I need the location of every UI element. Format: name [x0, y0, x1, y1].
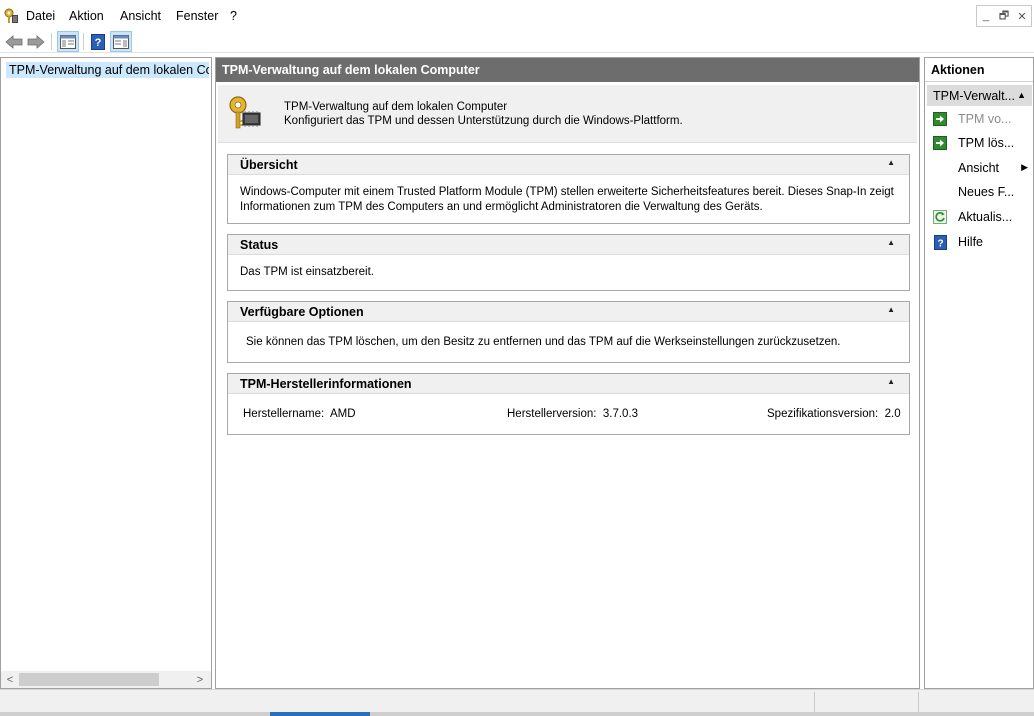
section-manufacturer: TPM-Herstellerinformationen ▲ Hersteller… — [227, 373, 910, 435]
overview-text: Windows-Computer mit einem Trusted Platf… — [240, 185, 894, 215]
green-arrow-icon — [933, 136, 947, 150]
intro-description: Konfiguriert das TPM und dessen Unterstü… — [284, 115, 683, 127]
spec-version-label: Spezifikationsversion: — [767, 408, 879, 420]
help-icon: ? — [91, 33, 105, 50]
manufacturer-name-value: AMD — [329, 408, 356, 420]
collapse-up-icon[interactable]: ▲ — [1017, 90, 1026, 100]
action-label: Aktualis... — [958, 210, 1013, 224]
section-options: Verfügbare Optionen ▲ Sie können das TPM… — [227, 301, 910, 363]
section-overview: Übersicht ▲ Windows-Computer mit einem T… — [227, 154, 910, 224]
manufacturer-version: Herstellerversion: 3.7.0.3 — [507, 407, 638, 422]
collapse-icon[interactable]: ▲ — [887, 238, 895, 247]
overview-line: Informationen zum TPM des Computers an u… — [240, 201, 763, 213]
options-text: Sie können das TPM löschen, um den Besit… — [246, 336, 841, 348]
console-tree: TPM-Verwaltung auf dem lokalen Computer … — [0, 57, 212, 689]
intro-banner: TPM-Verwaltung auf dem lokalen Computer … — [218, 85, 917, 143]
result-pane-title: TPM-Verwaltung auf dem lokalen Computer — [216, 58, 919, 82]
section-title: Übersicht — [240, 158, 298, 172]
section-header[interactable]: Verfügbare Optionen ▲ — [228, 302, 909, 322]
taskbar-strip — [0, 712, 1034, 716]
taskbar-active-item — [270, 712, 370, 716]
menu-aktion[interactable]: Aktion — [69, 9, 104, 23]
status-segment — [814, 692, 815, 714]
minimize-button[interactable]: _ — [977, 6, 995, 26]
submenu-arrow-icon: ▶ — [1021, 162, 1028, 172]
toolbar-separator — [83, 33, 84, 50]
tpm-chip-key-icon — [229, 96, 261, 129]
actions-title: Aktionen — [925, 58, 1033, 82]
action-aktualisieren[interactable]: Aktualis... — [927, 206, 1032, 228]
status-segment — [918, 692, 919, 714]
action-label: TPM lös... — [958, 136, 1015, 150]
help-button[interactable]: ? — [87, 31, 109, 52]
menu-ansicht[interactable]: Ansicht — [120, 9, 161, 23]
action-ansicht[interactable]: Ansicht ▶ — [927, 157, 1032, 179]
close-button[interactable]: ✕ — [1013, 6, 1031, 26]
back-icon — [5, 34, 23, 49]
spec-version: Spezifikationsversion: 2.0 — [767, 407, 901, 422]
actions-group-header[interactable]: TPM-Verwalt... ▲ — [927, 85, 1032, 106]
action-neues-fenster[interactable]: Neues F... — [927, 181, 1032, 203]
collapse-icon[interactable]: ▲ — [887, 305, 895, 314]
scrollbar-thumb[interactable] — [19, 673, 159, 686]
show-hide-action-pane-icon — [113, 34, 129, 49]
spec-version-value: 2.0 — [884, 408, 901, 420]
horizontal-scrollbar[interactable]: < > — [1, 671, 211, 688]
tree-item-tpm-root[interactable]: TPM-Verwaltung auf dem lokalen Computer — [3, 61, 209, 79]
menu-datei[interactable]: Datei — [26, 9, 55, 23]
forward-icon — [27, 34, 45, 49]
green-arrow-icon — [933, 112, 947, 126]
manufacturer-version-label: Herstellerversion: — [507, 408, 597, 420]
show-hide-action-pane-button[interactable] — [110, 31, 132, 52]
section-header[interactable]: Status ▲ — [228, 235, 909, 255]
refresh-icon — [933, 210, 947, 224]
section-status: Status ▲ Das TPM ist einsatzbereit. — [227, 234, 910, 291]
action-hilfe[interactable]: ? Hilfe — [927, 231, 1032, 253]
intro-title: TPM-Verwaltung auf dem lokalen Computer — [284, 101, 508, 113]
show-hide-console-tree-button[interactable] — [57, 31, 79, 52]
scroll-right-icon[interactable]: > — [192, 672, 208, 687]
section-title: Verfügbare Optionen — [240, 305, 364, 319]
toolbar-separator — [51, 33, 52, 50]
manufacturer-version-value: 3.7.0.3 — [602, 408, 639, 420]
status-text: Das TPM ist einsatzbereit. — [240, 266, 375, 278]
mdi-window-buttons: _ 🗗 ✕ — [976, 5, 1032, 27]
menu-bar: Datei Aktion Ansicht Fenster ? _ 🗗 ✕ — [0, 0, 1034, 30]
back-button[interactable] — [3, 31, 25, 52]
show-hide-console-tree-icon — [60, 34, 76, 49]
blank-icon — [933, 185, 947, 199]
result-pane: TPM-Verwaltung auf dem lokalen Computer … — [215, 57, 920, 689]
tpm-app-icon — [4, 8, 18, 23]
help-icon: ? — [933, 234, 947, 250]
blank-icon — [933, 161, 947, 175]
action-tpm-vorbereiten[interactable]: TPM vo... — [927, 108, 1032, 130]
restore-button[interactable]: 🗗 — [995, 6, 1013, 26]
scroll-left-icon[interactable]: < — [2, 672, 18, 687]
overview-line: Windows-Computer mit einem Trusted Platf… — [240, 186, 894, 198]
collapse-icon[interactable]: ▲ — [887, 377, 895, 386]
action-tpm-loeschen[interactable]: TPM lös... — [927, 132, 1032, 154]
section-title: Status — [240, 238, 279, 252]
section-header[interactable]: Übersicht ▲ — [228, 155, 909, 175]
action-label: Hilfe — [958, 235, 984, 249]
svg-text:?: ? — [937, 238, 943, 249]
action-label: TPM vo... — [958, 112, 1012, 126]
action-label: Ansicht — [958, 161, 999, 175]
manufacturer-name: Herstellername: AMD — [243, 407, 356, 422]
toolbar: ? — [0, 30, 1034, 53]
actions-pane: Aktionen TPM-Verwalt... ▲ TPM vo... TPM … — [924, 57, 1034, 689]
forward-button[interactable] — [25, 31, 47, 52]
actions-group-label: TPM-Verwalt... — [933, 88, 1015, 103]
menu-help[interactable]: ? — [230, 9, 237, 23]
collapse-icon[interactable]: ▲ — [887, 158, 895, 167]
section-header[interactable]: TPM-Herstellerinformationen ▲ — [228, 374, 909, 394]
menu-fenster[interactable]: Fenster — [176, 9, 218, 23]
manufacturer-name-label: Herstellername: — [243, 408, 325, 420]
svg-text:?: ? — [95, 37, 102, 49]
tree-item-label: TPM-Verwaltung auf dem lokalen Computer — [6, 62, 209, 78]
action-label: Neues F... — [958, 185, 1015, 199]
section-title: TPM-Herstellerinformationen — [240, 377, 412, 391]
